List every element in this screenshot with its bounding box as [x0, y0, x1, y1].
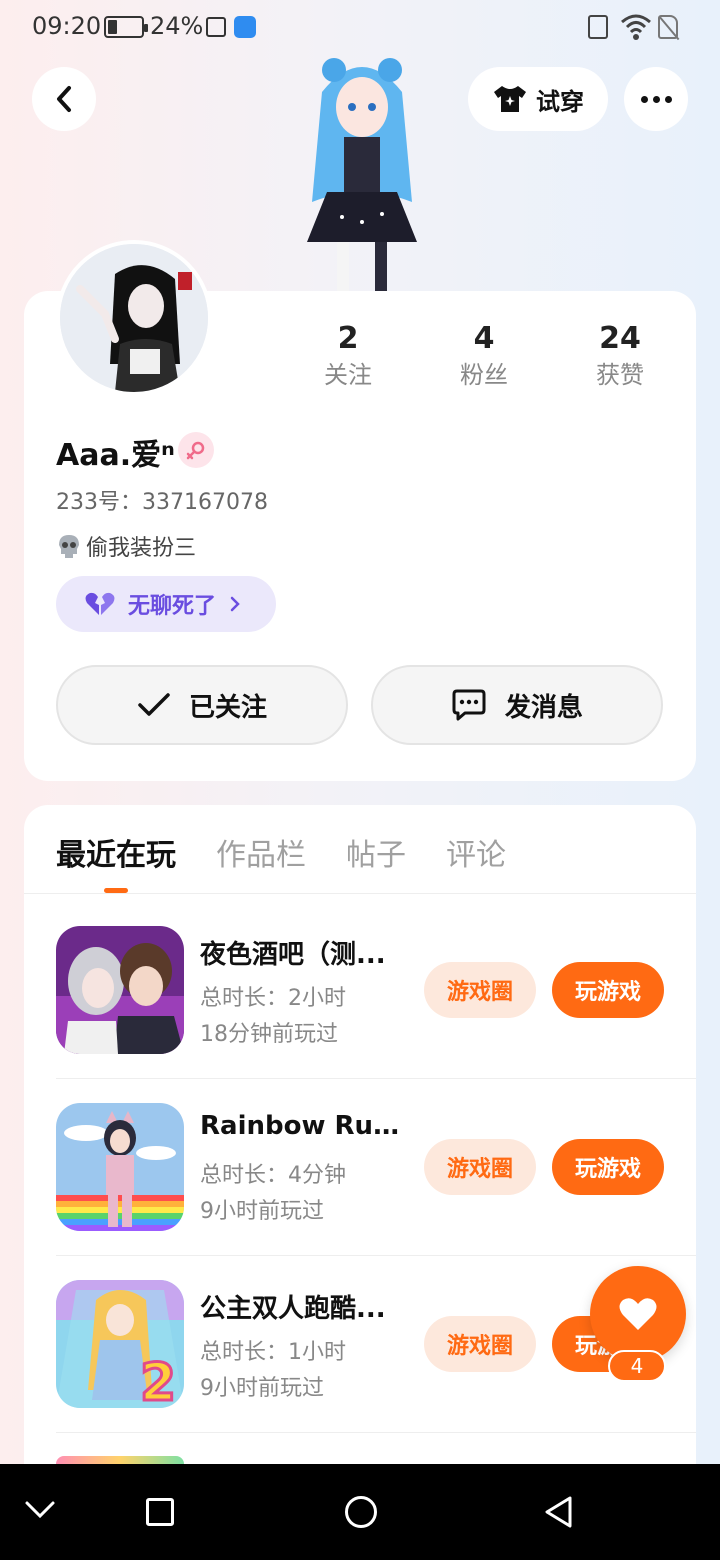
- back-triangle-icon[interactable]: [542, 1494, 574, 1530]
- female-icon: [178, 432, 214, 468]
- avatar[interactable]: [56, 240, 212, 396]
- stat-followers-count: 4: [473, 321, 495, 356]
- tab-comments[interactable]: 评论: [446, 830, 506, 874]
- bio-text: 偷我装扮三: [86, 536, 197, 561]
- game-duration: 总时长：4分钟: [200, 1163, 346, 1188]
- mood-label: 无聊死了: [128, 594, 217, 619]
- game-title: 夜色酒吧（测...: [200, 940, 386, 970]
- tab-divider: [24, 893, 696, 894]
- stat-following-count: 2: [337, 321, 359, 356]
- stat-likes-label: 获赞: [596, 361, 644, 389]
- chevron-right-icon: [230, 596, 240, 612]
- tab-recently-played[interactable]: 最近在玩: [56, 830, 176, 874]
- user-id: 233号：337167078: [56, 490, 268, 515]
- row-divider: [56, 1078, 696, 1079]
- chevron-left-icon: [57, 86, 71, 112]
- send-message-label: 发消息: [504, 692, 583, 723]
- stat-followers[interactable]: 4 粉丝: [424, 320, 544, 392]
- chat-bubble-icon: [452, 689, 486, 721]
- home-square-icon[interactable]: [146, 1498, 174, 1526]
- mood-chip[interactable]: 无聊死了: [56, 576, 276, 632]
- back-chevron-icon[interactable]: [24, 1500, 56, 1520]
- game-title: 公主双人跑酷...: [200, 1294, 386, 1324]
- like-button[interactable]: [590, 1266, 686, 1362]
- send-message-button[interactable]: 发消息: [371, 665, 663, 745]
- home-circle-icon[interactable]: [345, 1496, 377, 1528]
- game-duration: 总时长：1小时: [200, 1340, 346, 1365]
- avatar-character-image: [282, 52, 442, 292]
- game-last-played: 9小时前玩过: [200, 1199, 324, 1224]
- stat-following[interactable]: 2 关注: [288, 320, 408, 392]
- svg-text:2: 2: [140, 1353, 176, 1408]
- play-game-button[interactable]: 玩游戏: [552, 962, 664, 1018]
- broken-heart-icon: [85, 592, 115, 615]
- checkmark-icon: [138, 693, 170, 716]
- game-title: Rainbow Rush...: [200, 1111, 410, 1141]
- vibrate-icon: [588, 15, 608, 39]
- wifi-icon: [621, 14, 651, 40]
- play-game-button[interactable]: 玩游戏: [552, 1139, 664, 1195]
- bio: 偷我装扮三: [56, 530, 196, 562]
- status-bar: 09:20 24%: [0, 0, 720, 56]
- more-dots-icon: [640, 95, 672, 103]
- navigation-bar: [0, 1464, 720, 1560]
- game-circle-button[interactable]: 游戏圈: [424, 962, 536, 1018]
- row-divider: [56, 1432, 696, 1433]
- username: Aaa.爱ⁿ: [56, 438, 175, 473]
- tab-posts[interactable]: 帖子: [346, 830, 406, 874]
- tshirt-icon: [494, 86, 526, 112]
- game-icon-next[interactable]: [56, 1456, 184, 1464]
- tab-works[interactable]: 作品栏: [216, 830, 306, 874]
- try-on-label: 试穿: [536, 87, 584, 116]
- no-sim-icon: [658, 15, 678, 39]
- game-last-played: 9小时前玩过: [200, 1376, 324, 1401]
- back-button[interactable]: [32, 67, 96, 131]
- more-button[interactable]: [624, 67, 688, 131]
- row-divider: [56, 1255, 696, 1256]
- skull-icon: [59, 535, 79, 558]
- stat-following-label: 关注: [324, 361, 372, 389]
- notification-icon: [206, 17, 226, 37]
- heart-icon: [619, 1298, 657, 1330]
- status-time: 09:20: [32, 12, 102, 40]
- game-duration: 总时长：2小时: [200, 986, 346, 1011]
- battery-icon: [104, 16, 148, 38]
- stat-followers-label: 粉丝: [460, 361, 508, 389]
- game-icon-night-bar[interactable]: [56, 926, 184, 1054]
- like-count: 4: [608, 1350, 666, 1382]
- game-circle-button[interactable]: 游戏圈: [424, 1139, 536, 1195]
- stat-likes[interactable]: 24 获赞: [560, 320, 680, 392]
- battery-percent: 24%: [150, 12, 204, 40]
- game-circle-button[interactable]: 游戏圈: [424, 1316, 536, 1372]
- app-icon: [234, 16, 256, 38]
- game-last-played: 18分钟前玩过: [200, 1022, 338, 1047]
- game-icon-princess-parkour[interactable]: 2: [56, 1280, 184, 1408]
- stat-likes-count: 24: [599, 321, 641, 356]
- followed-button[interactable]: 已关注: [56, 665, 348, 745]
- followed-label: 已关注: [188, 692, 267, 723]
- game-icon-rainbow-rush[interactable]: [56, 1103, 184, 1231]
- try-on-button[interactable]: 试穿: [468, 67, 608, 131]
